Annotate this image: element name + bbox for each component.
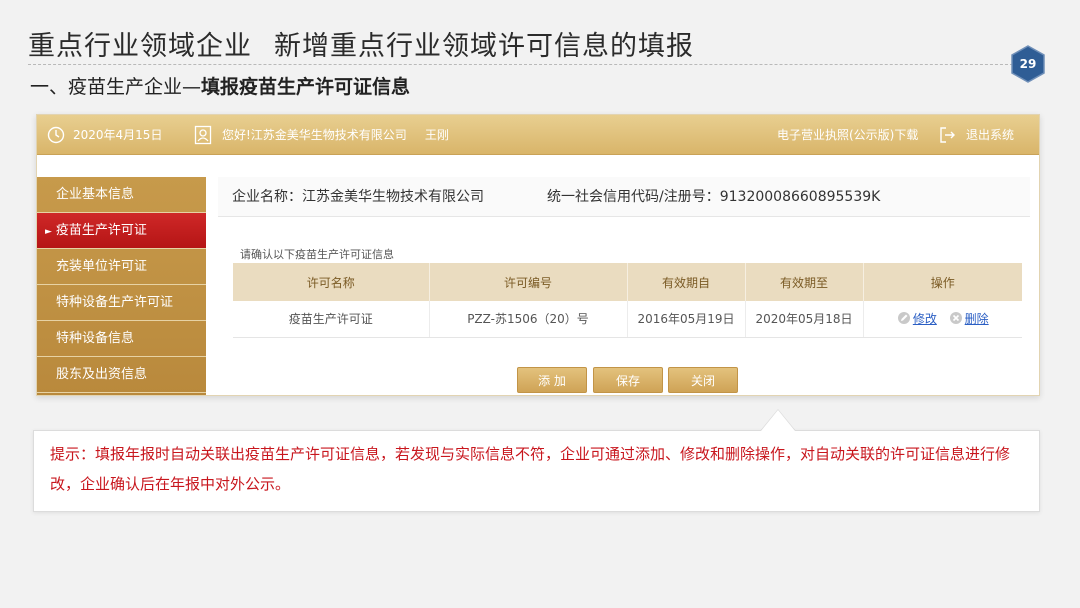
date-area: 2020年4月15日	[47, 115, 162, 155]
section-prefix: 一、疫苗生产企业—	[30, 76, 202, 98]
column-header: 有效期自	[627, 263, 746, 301]
edit-link[interactable]: 修改	[913, 310, 937, 327]
logout-icon	[940, 127, 955, 143]
section-bold: 填报疫苗生产许可证信息	[201, 76, 411, 98]
close-button[interactable]: 关闭	[668, 367, 738, 393]
sidebar-item-label: 充装单位许可证	[56, 259, 148, 274]
column-header: 操作	[863, 263, 1022, 301]
title-part-2: 新增重点行业领域许可信息的填报	[274, 31, 694, 62]
company-info-bar: 企业名称：江苏金美华生物技术有限公司 统一社会信用代码/注册号：91320008…	[218, 177, 1030, 217]
section-heading: 一、疫苗生产企业—填报疫苗生产许可证信息	[30, 72, 410, 99]
license-number-cell: PZZ-苏1506（20）号	[429, 301, 628, 338]
top-bar: 2020年4月15日 您好!江苏金美华生物技术有限公司 王刚 电子营业执照(公示…	[37, 115, 1039, 155]
caret-right-icon: ►	[45, 227, 52, 237]
table-row: 疫苗生产许可证 PZZ-苏1506（20）号 2016年05月19日 2020年…	[233, 301, 1022, 338]
valid-from-cell: 2016年05月19日	[627, 301, 746, 338]
operations-cell: 修改 删除	[863, 301, 1022, 338]
company-name: 企业名称：江苏金美华生物技术有限公司	[232, 189, 484, 205]
app-window: 2020年4月15日 您好!江苏金美华生物技术有限公司 王刚 电子营业执照(公示…	[36, 114, 1040, 396]
logout-label: 退出系统	[966, 128, 1015, 142]
edit-icon	[897, 312, 910, 324]
user-name: 王刚	[424, 128, 449, 142]
delete-icon	[949, 312, 962, 324]
logout-button[interactable]: 退出系统	[939, 115, 1014, 155]
sidebar-item-filling-license[interactable]: 充装单位许可证	[37, 249, 206, 285]
sidebar-item-vaccine-license[interactable]: ► 疫苗生产许可证	[37, 213, 206, 249]
sidebar-item-label: 疫苗生产许可证	[55, 223, 147, 238]
delete-action[interactable]: 删除	[949, 310, 989, 327]
delete-link[interactable]: 删除	[965, 310, 989, 327]
sidebar: 企业基本信息 ► 疫苗生产许可证 充装单位许可证 特种设备生产许可证 特种设备信息…	[37, 177, 206, 395]
greeting-area: 您好!江苏金美华生物技术有限公司 王刚	[194, 115, 449, 155]
valid-to-cell: 2020年05月18日	[745, 301, 864, 338]
table-caption: 请确认以下疫苗生产许可证信息	[240, 248, 394, 261]
sidebar-item-basic-info[interactable]: 企业基本信息	[37, 177, 206, 213]
page-number-badge: 29	[1011, 45, 1045, 83]
license-download-link[interactable]: 电子营业执照(公示版)下载	[777, 115, 918, 155]
callout-pointer-inner	[761, 410, 795, 431]
slide-title: 重点行业领域企业 新增重点行业领域许可信息的填报	[28, 24, 694, 63]
column-header: 许可编号	[429, 263, 628, 301]
tip-text: 提示：填报年报时自动关联出疫苗生产许可证信息，若发现与实际信息不符，企业可通过添…	[50, 445, 1011, 493]
sidebar-item-label: 企业基本信息	[56, 187, 135, 202]
add-button[interactable]: 添 加	[517, 367, 587, 393]
greeting-text: 您好!江苏金美华生物技术有限公司	[222, 128, 407, 142]
user-card-icon	[194, 125, 212, 145]
sidebar-item-label: 特种设备生产许可证	[56, 295, 174, 310]
title-divider	[28, 64, 1018, 65]
column-header: 许可名称	[233, 263, 430, 301]
sidebar-item-shareholders[interactable]: 股东及出资信息	[37, 357, 206, 393]
sidebar-item-label: 股东及出资信息	[56, 367, 148, 382]
credit-code: 统一社会信用代码/注册号：91320008660895539K	[547, 189, 881, 205]
clock-icon	[47, 126, 65, 144]
column-header: 有效期至	[745, 263, 864, 301]
sidebar-item-equipment-production-license[interactable]: 特种设备生产许可证	[37, 285, 206, 321]
save-button[interactable]: 保存	[593, 367, 663, 393]
license-table: 许可名称 许可编号 有效期自 有效期至 操作 疫苗生产许可证 PZZ-苏1506…	[233, 263, 1022, 338]
title-part-1: 重点行业领域企业	[28, 31, 252, 62]
sidebar-item-label: 特种设备信息	[56, 331, 135, 346]
current-date: 2020年4月15日	[73, 128, 163, 142]
page-number: 29	[1019, 57, 1037, 71]
tip-box: 提示：填报年报时自动关联出疫苗生产许可证信息，若发现与实际信息不符，企业可通过添…	[33, 430, 1040, 512]
edit-action[interactable]: 修改	[897, 310, 937, 327]
license-name-cell: 疫苗生产许可证	[233, 301, 430, 338]
table-header-row: 许可名称 许可编号 有效期自 有效期至 操作	[233, 263, 1022, 301]
license-download-label: 电子营业执照(公示版)下载	[777, 128, 919, 142]
sidebar-item-equipment-info[interactable]: 特种设备信息	[37, 321, 206, 357]
